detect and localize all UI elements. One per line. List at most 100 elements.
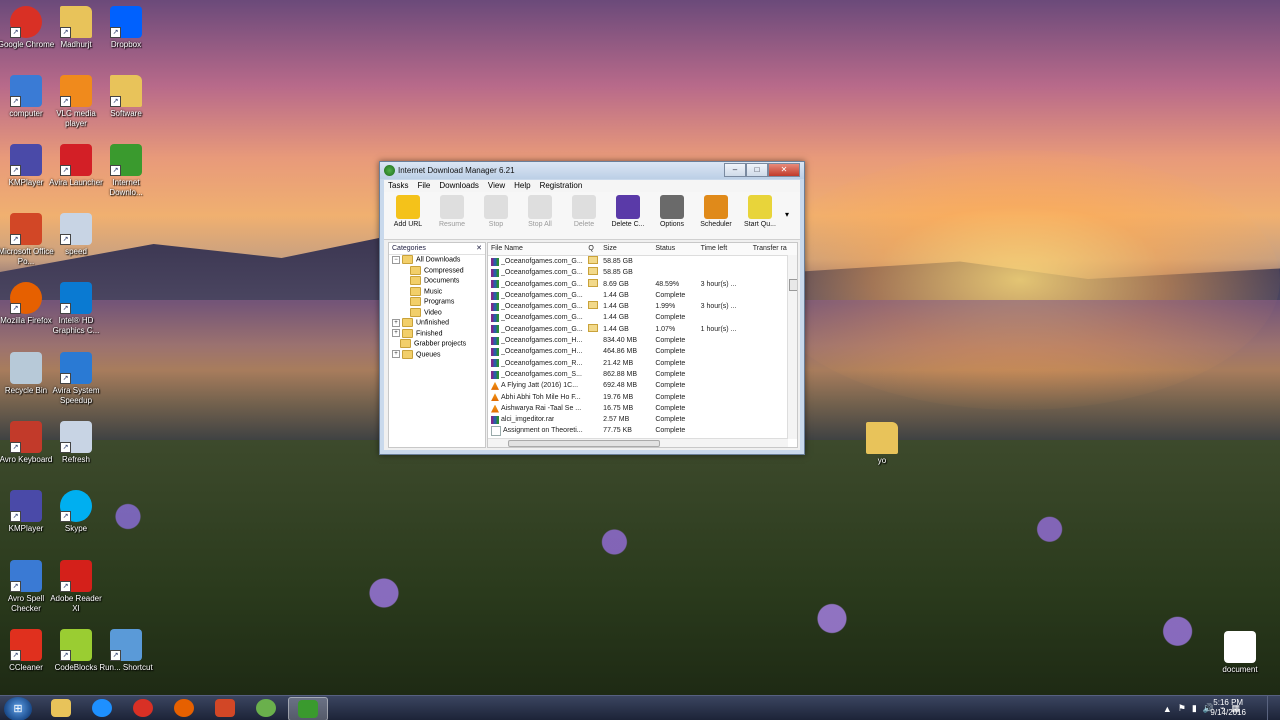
table-row[interactable]: alci_imgeditor.rar 2.57 MB Complete xyxy=(488,414,797,425)
category-label: All Downloads xyxy=(416,256,461,264)
category-music[interactable]: Music xyxy=(389,286,485,298)
menu-item-view[interactable]: View xyxy=(488,180,505,192)
category-programs[interactable]: Programs xyxy=(389,297,485,308)
column-header[interactable]: Status xyxy=(652,243,697,255)
shortcut-arrow-icon: ↗ xyxy=(10,303,21,314)
taskbar-button[interactable] xyxy=(83,697,121,719)
table-row[interactable]: _Oceanofgames.com_H... 464.86 MB Complete xyxy=(488,346,797,357)
windows-start-icon[interactable]: ⊞ xyxy=(4,697,32,720)
scroll-thumb[interactable] xyxy=(508,440,660,447)
table-row[interactable]: _Oceanofgames.com_G... 58.85 GB xyxy=(488,256,797,267)
table-row[interactable]: _Oceanofgames.com_H... 834.40 MB Complete xyxy=(488,335,797,346)
column-header[interactable]: Time left xyxy=(698,243,750,255)
column-header[interactable]: Size xyxy=(600,243,652,255)
close-icon[interactable]: ✕ xyxy=(476,243,482,254)
queue-cell xyxy=(585,290,600,301)
desktop-icon[interactable]: ↗ Dropbox xyxy=(96,6,156,50)
column-header[interactable]: Q xyxy=(585,243,600,255)
category-video[interactable]: Video xyxy=(389,307,485,319)
desktop-icon[interactable]: document xyxy=(1210,631,1270,675)
table-row[interactable]: _Oceanofgames.com_R... 21.42 MB Complete xyxy=(488,358,797,369)
horizontal-scrollbar[interactable] xyxy=(488,438,788,447)
desktop-icon[interactable]: ↗ Avira System Speedup xyxy=(46,352,106,406)
column-header[interactable]: File Name xyxy=(488,243,585,255)
expander-icon[interactable]: + xyxy=(392,350,400,358)
scheduler-button[interactable]: Scheduler xyxy=(694,195,738,228)
toolbar-more-icon[interactable]: ▾ xyxy=(782,195,792,235)
table-row[interactable]: Assignment on Theoreti... 77.75 KB Complet… xyxy=(488,425,797,437)
delete-c-button[interactable]: Delete C... xyxy=(606,195,650,228)
desktop-icon[interactable]: yo xyxy=(852,422,912,466)
category-finished[interactable]: + Finished xyxy=(389,328,485,340)
desktop-icon[interactable]: ↗ Refresh xyxy=(46,421,106,465)
table-row[interactable]: _Oceanofgames.com_G... 1.44 GB 1.99% 3 hour… xyxy=(488,301,797,312)
size-cell: 1.44 GB xyxy=(603,314,629,322)
scroll-thumb[interactable] xyxy=(789,279,797,291)
stop-all-button[interactable]: Stop All xyxy=(518,195,562,228)
desktop-icon[interactable]: ↗ Intel® HD Graphics C... xyxy=(46,282,106,336)
queue-cell xyxy=(585,312,600,323)
tray-icon[interactable]: ▲ xyxy=(1163,704,1172,714)
category-all-downloads[interactable]: − All Downloads xyxy=(389,255,485,266)
table-row[interactable]: _Oceanofgames.com_G... 1.44 GB 1.07% 1 hour… xyxy=(488,323,797,335)
desktop-icon[interactable]: ↗ Skype xyxy=(46,490,106,534)
menu-item-registration[interactable]: Registration xyxy=(540,180,583,192)
taskbar-button[interactable] xyxy=(124,697,162,719)
taskbar-button[interactable] xyxy=(247,697,285,719)
delete-button[interactable]: Delete xyxy=(562,195,606,228)
menu-item-tasks[interactable]: Tasks xyxy=(388,180,408,192)
menu-item-downloads[interactable]: Downloads xyxy=(439,180,479,192)
taskbar-button[interactable] xyxy=(288,697,328,720)
desktop-icon[interactable]: ↗ Adobe Reader XI xyxy=(46,560,106,614)
tray-icon[interactable]: ⚑ xyxy=(1178,703,1186,714)
table-row[interactable]: Aishwarya Rai -Taal Se ... 16.75 MB Comple… xyxy=(488,403,797,414)
queue-cell xyxy=(585,392,600,403)
idm-title-bar[interactable]: Internet Download Manager 6.21 – □ ✕ xyxy=(380,162,804,179)
category-label: Music xyxy=(424,287,443,295)
menu-item-file[interactable]: File xyxy=(417,180,430,192)
table-row[interactable]: _Oceanofgames.com_G... 8.69 GB 48.59% 3 hou… xyxy=(488,278,797,290)
desktop-icon[interactable]: ↗ Software xyxy=(96,75,156,119)
status-cell: Complete xyxy=(655,291,686,299)
category-unfinished[interactable]: + Unfinished xyxy=(389,318,485,329)
table-row[interactable]: _Oceanofgames.com_G... 1.44 GB Complete xyxy=(488,290,797,301)
tray-icon[interactable]: ▮ xyxy=(1192,703,1197,714)
category-grabber-projects[interactable]: Grabber projects xyxy=(389,339,485,350)
maximize-button[interactable]: □ xyxy=(746,163,768,177)
stop-button[interactable]: Stop xyxy=(474,195,518,228)
table-row[interactable]: _Oceanofgames.com_G... 1.44 GB Complete xyxy=(488,312,797,323)
shortcut-arrow-icon: ↗ xyxy=(60,27,71,38)
add-url-button[interactable]: Add URL xyxy=(386,195,430,228)
minimize-button[interactable]: – xyxy=(724,163,746,177)
taskbar-button[interactable] xyxy=(42,697,80,719)
desktop-icon[interactable]: ↗ Run... Shortcut xyxy=(96,629,156,673)
table-row[interactable]: _Oceanofgames.com_S... 862.88 MB Complete xyxy=(488,369,797,380)
shortcut-arrow-icon: ↗ xyxy=(10,165,21,176)
column-header[interactable]: Transfer ra xyxy=(750,243,797,255)
menu-item-help[interactable]: Help xyxy=(514,180,530,192)
idm-window[interactable]: Internet Download Manager 6.21 – □ ✕ Tas… xyxy=(379,161,805,455)
options-button[interactable]: Options xyxy=(650,195,694,228)
expander-icon[interactable]: + xyxy=(392,318,400,327)
category-compressed[interactable]: Compressed xyxy=(389,265,485,277)
desktop-icon[interactable]: ↗ Internet Downlo... xyxy=(96,144,156,198)
resume-button[interactable]: Resume xyxy=(430,195,474,228)
taskbar-button[interactable] xyxy=(165,697,203,719)
show-desktop-button[interactable] xyxy=(1267,696,1280,720)
close-button[interactable]: ✕ xyxy=(768,163,800,177)
vertical-scrollbar[interactable] xyxy=(787,255,797,439)
table-row[interactable]: A Flying Jatt (2016) 1C... 692.48 MB Compl… xyxy=(488,380,797,391)
desktop-icon[interactable]: ↗ speed xyxy=(46,213,106,257)
queue-folder-icon xyxy=(588,278,599,287)
table-row[interactable]: _Oceanofgames.com_G... 58.85 GB xyxy=(488,267,797,278)
start-qu-button[interactable]: Start Qu... xyxy=(738,195,782,228)
table-row[interactable]: Abhi Abhi Toh Mile Ho F... 19.76 MB Comple… xyxy=(488,392,797,403)
taskbar-button[interactable] xyxy=(206,697,244,719)
category-documents[interactable]: Documents xyxy=(389,276,485,287)
internet-explorer-icon xyxy=(92,699,112,717)
expander-icon[interactable]: − xyxy=(392,255,400,264)
stop-icon xyxy=(484,195,508,219)
clock[interactable]: 5:16 PM 9/14/2016 xyxy=(1210,698,1246,718)
category-queues[interactable]: + Queues xyxy=(389,349,485,361)
expander-icon[interactable]: + xyxy=(392,329,400,337)
